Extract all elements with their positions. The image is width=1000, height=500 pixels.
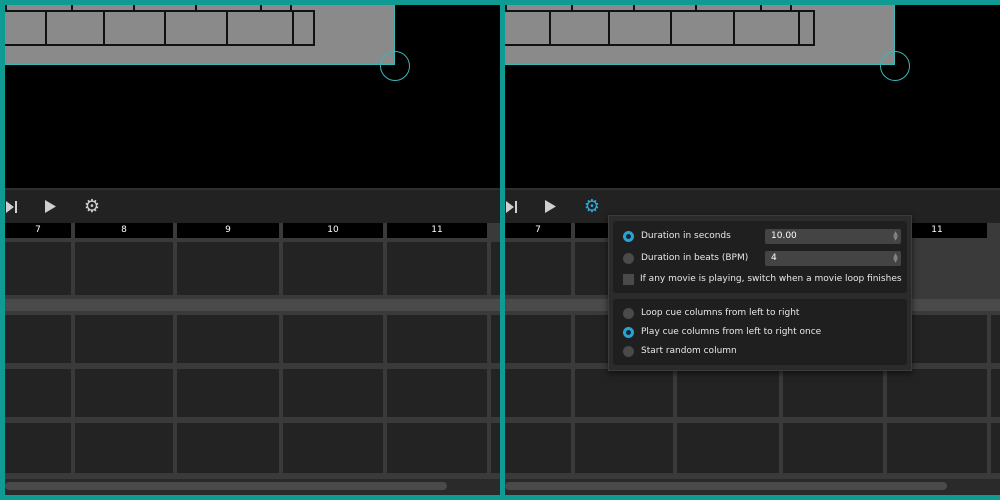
preview-area [5,5,395,65]
column-header[interactable]: 10 [283,223,383,238]
cue-cell[interactable] [177,423,279,473]
random-column-option[interactable]: Start random column [623,343,737,359]
cue-cell[interactable] [387,369,487,417]
cue-cell[interactable] [491,315,500,363]
loop-columns-label: Loop cue columns from left to right [641,308,800,318]
stepper-icon[interactable]: ▲ ▼ [892,231,899,242]
cue-cell[interactable] [75,369,173,417]
cue-cell[interactable] [387,315,487,363]
cue-cell[interactable] [887,423,987,473]
cue-cell[interactable] [5,242,71,295]
cue-cell[interactable] [575,423,673,473]
duration-seconds-option[interactable]: Duration in seconds [623,228,731,244]
duration-section: Duration in seconds 10.00 ▲ ▼ Duration in… [613,221,907,293]
filmstrip [5,10,315,46]
cue-cell[interactable] [75,315,173,363]
switch-on-loop-option[interactable]: If any movie is playing, switch when a m… [623,271,902,287]
resize-handle[interactable] [880,51,910,81]
play-mode-section: Loop cue columns from left to right Play… [613,299,907,365]
cue-cell[interactable] [783,369,883,417]
loop-columns-option[interactable]: Loop cue columns from left to right [623,305,799,321]
cue-cell[interactable] [5,315,71,363]
cue-cell[interactable] [283,315,383,363]
cue-cell[interactable] [75,242,173,295]
cue-cell[interactable] [387,423,487,473]
horizontal-scrollbar[interactable] [505,479,1000,495]
cue-cell[interactable] [177,315,279,363]
radio-unselected-icon[interactable] [623,252,634,264]
radio-selected-icon[interactable] [623,326,634,338]
cue-grid: 7 8 9 10 11 [5,223,500,495]
duration-beats-label: Duration in beats (BPM) [641,253,749,263]
duration-seconds-value: 10.00 [771,231,797,241]
cue-settings-popup: Duration in seconds 10.00 ▲ ▼ Duration in… [608,215,912,371]
resize-handle[interactable] [380,51,410,81]
radio-selected-icon[interactable] [623,230,634,242]
cue-cell[interactable] [677,369,779,417]
duration-seconds-label: Duration in seconds [641,231,731,241]
filmstrip [505,10,815,46]
gear-icon[interactable]: ⚙ [577,190,607,223]
cue-cell[interactable] [575,369,673,417]
duration-beats-option[interactable]: Duration in beats (BPM) [623,250,748,266]
radio-unselected-icon[interactable] [623,345,634,357]
stepper-icon[interactable]: ▲ ▼ [892,253,899,264]
cue-cell[interactable] [387,242,487,295]
cue-cell[interactable] [505,423,571,473]
duration-beats-field[interactable]: 4 ▲ ▼ [765,251,901,266]
gear-icon[interactable]: ⚙ [77,190,107,223]
cue-cell[interactable] [5,369,71,417]
cue-cell[interactable] [283,369,383,417]
random-column-label: Start random column [641,346,737,356]
play-once-option[interactable]: Play cue columns from left to right once [623,324,821,340]
column-header[interactable]: 11 [387,223,487,238]
cue-cell[interactable] [783,423,883,473]
column-header[interactable]: 7 [5,223,71,238]
cue-cell[interactable] [491,369,500,417]
cue-cell[interactable] [177,242,279,295]
cue-cell[interactable] [991,369,1000,417]
cue-cell[interactable] [677,423,779,473]
radio-unselected-icon[interactable] [623,307,634,319]
skip-to-end-icon[interactable] [5,190,27,223]
cue-cell[interactable] [505,315,571,363]
cue-cell[interactable] [491,242,500,295]
play-icon[interactable] [35,190,65,223]
cue-cell[interactable] [991,423,1000,473]
column-header[interactable]: 8 [75,223,173,238]
preview-area [505,5,895,65]
left-panel: ⚙ 7 8 9 10 11 [5,5,500,495]
horizontal-scrollbar[interactable] [5,479,500,495]
skip-to-end-icon[interactable] [505,190,527,223]
scrollbar-thumb[interactable] [505,482,947,490]
switch-on-loop-label: If any movie is playing, switch when a m… [640,274,902,284]
column-header[interactable]: 7 [505,223,571,238]
cue-cell[interactable] [75,423,173,473]
play-icon[interactable] [535,190,565,223]
duration-beats-value: 4 [771,253,777,263]
cue-cell[interactable] [177,369,279,417]
cue-cell[interactable] [283,423,383,473]
checkbox-icon[interactable] [623,273,634,285]
cue-cell[interactable] [505,242,571,295]
cue-cell[interactable] [887,369,987,417]
cue-cell[interactable] [991,315,1000,363]
play-once-label: Play cue columns from left to right once [641,327,822,337]
cue-cell[interactable] [505,369,571,417]
cue-cell[interactable] [5,423,71,473]
cue-cell[interactable] [491,423,500,473]
scrollbar-thumb[interactable] [5,482,447,490]
cue-cell[interactable] [283,242,383,295]
column-header[interactable]: 9 [177,223,279,238]
duration-seconds-field[interactable]: 10.00 ▲ ▼ [765,229,901,244]
layer-separator [5,299,500,311]
toolbar: ⚙ [5,188,500,223]
